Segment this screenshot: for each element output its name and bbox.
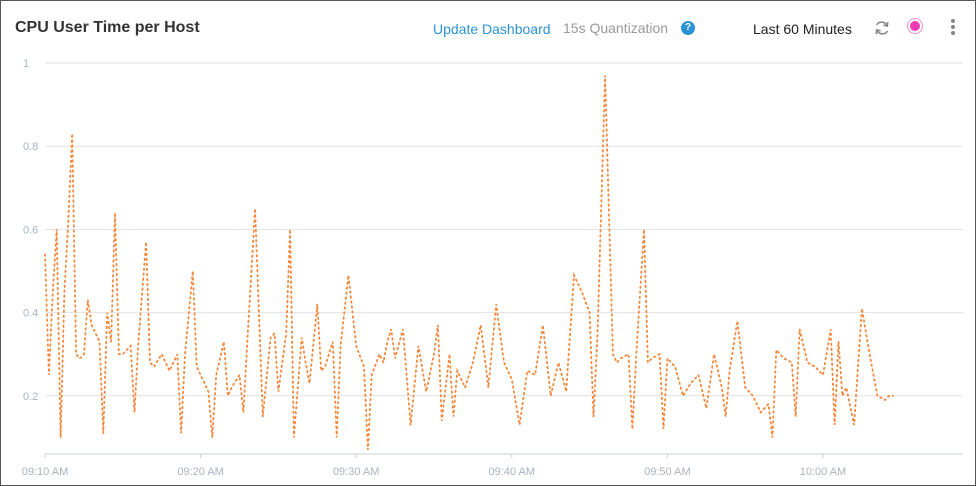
y-tick-label: 0.4 [23,308,38,320]
chart-panel: CPU User Time per Host Update Dashboard … [0,0,976,486]
x-tick-label: 09:10 AM [22,466,68,478]
line-chart: 0.2 0.4 0.6 0.8 1 09:10 AM 09:20 AM 09:30 AM 09:… [22,58,963,478]
series-line [44,75,894,450]
y-tick-label: 0.2 [23,391,38,403]
x-tick-label: 09:50 AM [644,466,690,478]
x-tick-label: 10:00 AM [800,466,846,478]
x-tick-label: 09:40 AM [489,466,535,478]
y-tick-label: 1 [23,58,29,70]
x-tick-label: 09:30 AM [333,466,379,478]
y-tick-label: 0.6 [23,224,38,236]
x-tick-label: 09:20 AM [177,466,223,478]
y-tick-label: 0.8 [23,141,38,153]
